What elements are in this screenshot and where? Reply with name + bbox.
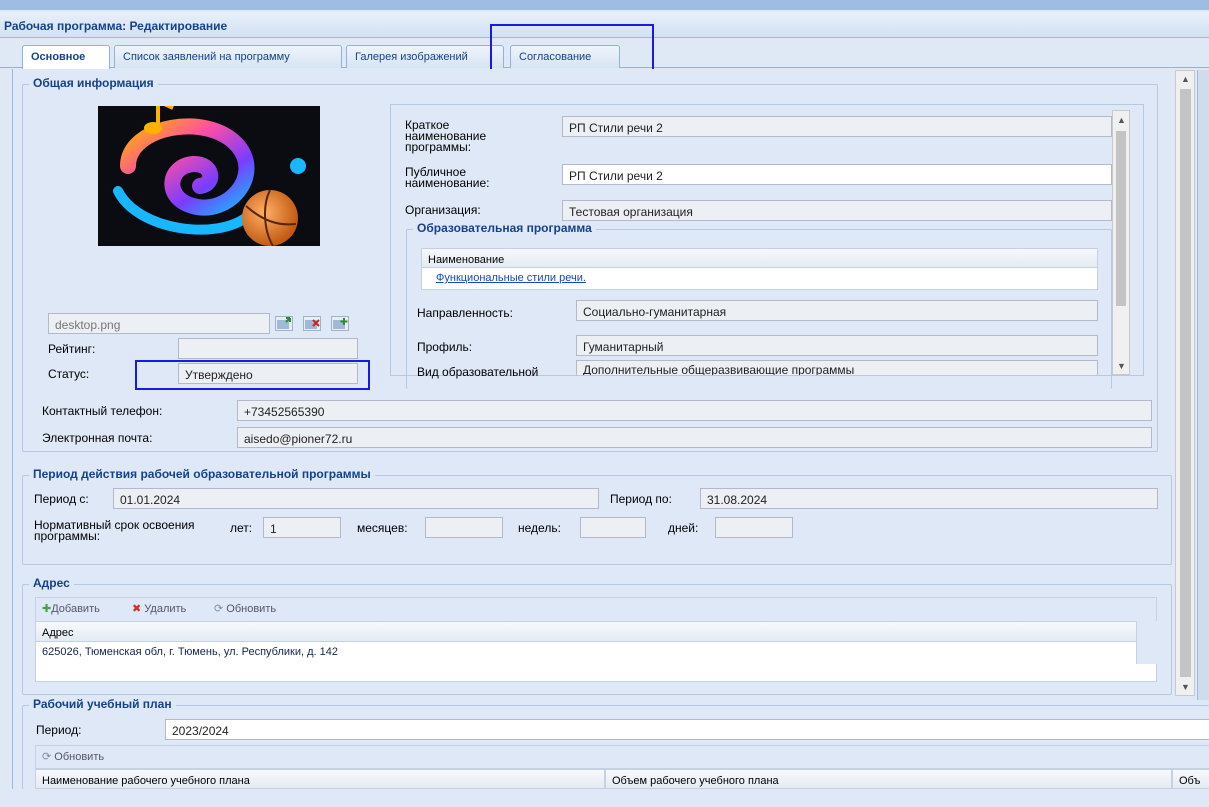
address-row[interactable]: 625026, Тюменская обл, г. Тюмень, ул. Ре… [35,642,1137,664]
image-filename-field[interactable]: desktop.png [48,313,270,334]
rating-field[interactable] [178,338,358,359]
bottom-area [12,789,1209,807]
right-side-panel [1197,70,1209,700]
program-image [98,99,320,247]
edu-program-link[interactable]: Функциональные стили речи. [436,272,586,284]
years-label: лет: [230,521,253,535]
general-info-legend: Общая информация [29,76,158,90]
delete-label: Удалить [144,603,187,615]
period-from-field[interactable]: 01.01.2024 [113,488,599,509]
delete-image-icon[interactable] [303,316,321,331]
address-row-text: 625026, Тюменская обл, г. Тюмень, ул. Ре… [42,646,338,658]
months-field[interactable] [425,517,503,538]
norm-term-label: Нормативный срок освоения программы: [34,518,195,543]
plan-refresh-icon: ⟳ [42,751,52,763]
plan-period-field[interactable]: 2023/2024 [165,719,1209,740]
phone-field[interactable]: +73452565390 [237,400,1152,421]
type-label: Вид образовательной [417,365,539,379]
address-legend: Адрес [29,576,74,590]
months-label: месяцев: [357,521,408,535]
phone-label: Контактный телефон: [42,404,163,418]
plan-legend: Рабочий учебный план [29,697,176,711]
days-field[interactable] [715,517,793,538]
details-scrollbar[interactable]: ▲ ▼ [1112,110,1130,375]
delete-icon: ✖ [132,603,142,615]
direction-label: Направленность: [417,306,513,320]
add-image-icon[interactable] [331,316,349,331]
organization-field[interactable]: Тестовая организация [562,200,1112,221]
plan-period-label: Период: [36,723,82,737]
refresh-icon: ⟳ [214,603,224,615]
type-field[interactable]: Дополнительные общеразвивающие программы [576,360,1098,375]
window-title: Рабочая программа: Редактирование [0,12,1209,38]
add-label: Добавить [51,603,100,615]
plan-col-name: Наименование рабочего учебного плана [35,769,605,789]
upload-image-icon[interactable] [275,316,293,331]
top-strip [0,0,1209,10]
refresh-button[interactable]: ⟳ Обновить [214,602,276,615]
address-col-header: Адрес [35,621,1137,642]
scroll-down-icon[interactable]: ▼ [1117,361,1126,371]
short-name-field[interactable]: РП Стили речи 2 [562,116,1112,137]
plan-toolbar: ⟳ Обновить [35,745,1209,769]
direction-field[interactable]: Социально-гуманитарная [576,300,1098,321]
rating-label: Рейтинг: [48,342,96,356]
plan-refresh-label: Обновить [54,751,105,763]
tab-bar: Основное Список заявлений на программу Г… [0,38,1209,69]
main-scroll-down-icon[interactable]: ▼ [1181,682,1190,692]
tab-applications[interactable]: Список заявлений на программу [114,45,342,68]
main-scrollbar[interactable]: ▲ ▼ [1175,70,1195,696]
period-to-field[interactable]: 31.08.2024 [700,488,1158,509]
profile-label: Профиль: [417,340,473,354]
plan-col-volume: Объем рабочего учебного плана [605,769,1172,789]
details-scroll-thumb[interactable] [1116,131,1126,306]
short-name-label: Краткое наименование программы: [405,118,487,154]
tab-approval[interactable]: Согласование [510,45,620,68]
days-label: дней: [668,521,699,535]
email-field[interactable]: aisedo@pioner72.ru [237,427,1152,448]
refresh-label: Обновить [226,603,277,615]
plan-col-more: Объ [1172,769,1209,789]
main-scroll-thumb[interactable] [1180,89,1191,677]
plan-refresh-button[interactable]: ⟳ Обновить [42,750,104,763]
years-field[interactable]: 1 [263,517,341,538]
tab-gallery[interactable]: Галерея изображений [346,45,504,68]
email-label: Электронная почта: [42,431,153,445]
public-name-label: Публичное наименование: [405,165,490,190]
image-filename: desktop.png [55,318,121,332]
period-to-label: Период по: [610,492,672,506]
address-grid-empty [35,664,1157,682]
edu-program-col-name: Наименование [421,248,1098,268]
period-from-label: Период с: [34,492,89,506]
scroll-up-icon[interactable]: ▲ [1117,115,1126,125]
edu-program-legend: Образовательная программа [413,221,596,235]
add-icon: ✚ [42,603,52,615]
period-legend: Период действия рабочей образовательной … [29,467,375,481]
address-toolbar: ✚Добавить ✖ Удалить ⟳ Обновить [35,597,1157,621]
weeks-field[interactable] [580,517,646,538]
profile-field[interactable]: Гуманитарный [576,335,1098,356]
delete-button[interactable]: ✖ Удалить [132,602,186,615]
add-button[interactable]: ✚Добавить [42,602,100,615]
weeks-label: недель: [518,521,561,535]
main-scroll-up-icon[interactable]: ▲ [1181,74,1190,84]
organization-label: Организация: [405,203,481,217]
public-name-field[interactable]: РП Стили речи 2 [562,164,1112,185]
tab-main[interactable]: Основное [22,45,110,69]
edu-program-row[interactable]: Функциональные стили речи. [421,268,1098,290]
status-label: Статус: [48,367,90,381]
status-field[interactable]: Утверждено [178,363,358,384]
